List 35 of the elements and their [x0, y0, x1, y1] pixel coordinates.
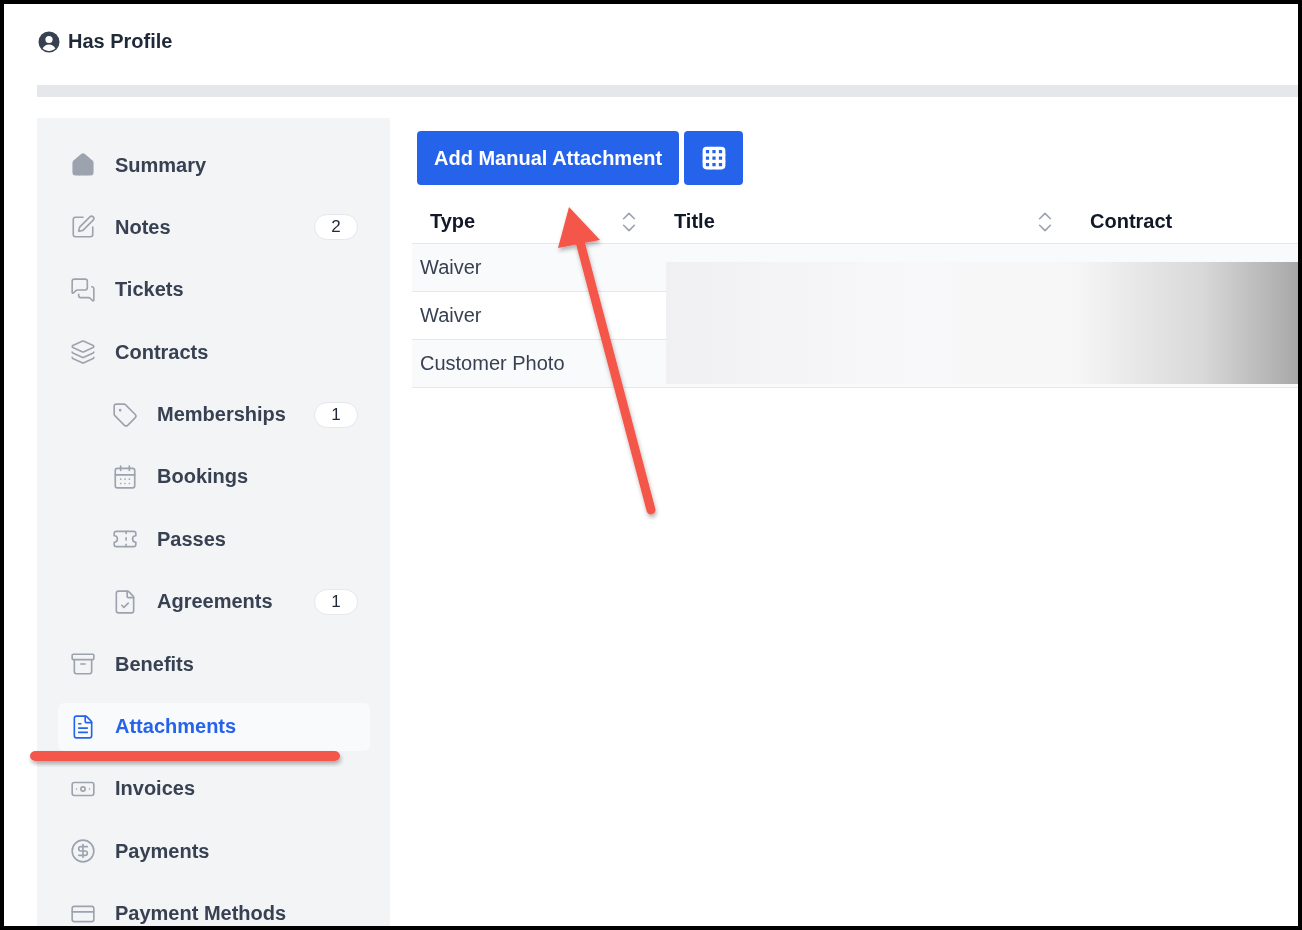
sidebar-item[interactable]: Memberships 1 [58, 390, 370, 439]
table-cell-text: Waiver [419, 303, 483, 328]
sidebar-item[interactable]: Contracts [58, 328, 370, 377]
grid-icon [700, 145, 727, 171]
count-badge: 1 [314, 401, 358, 428]
column-header: Contract [1089, 209, 1174, 234]
sidebar-item[interactable]: Passes [58, 515, 370, 564]
sidebar-item[interactable]: Summary [58, 141, 370, 189]
sidebar-item[interactable]: Bookings [58, 452, 370, 501]
sidebar-item[interactable]: Payments [58, 827, 370, 876]
chat-bubbles-icon [70, 276, 96, 303]
sidebar-item[interactable]: Notes 2 [58, 203, 370, 252]
dollar-circle-icon [70, 838, 96, 865]
profile-title: Has Profile [68, 30, 173, 53]
calendar-icon [112, 463, 138, 490]
table-cell-text: Waiver [419, 255, 483, 280]
sidebar-item[interactable]: Payment Methods [58, 889, 370, 926]
sidebar-item[interactable]: Invoices [58, 764, 370, 813]
sidebar-item[interactable]: Agreements 1 [58, 577, 370, 626]
sidebar-item[interactable]: Attachments [58, 702, 370, 751]
grid-view-button[interactable] [684, 131, 744, 185]
column-header[interactable]: Type [412, 200, 656, 243]
column-header[interactable]: Title [656, 200, 1072, 243]
add-attachment-button[interactable]: Add Manual Attachment [417, 131, 680, 185]
tag-icon [112, 401, 138, 428]
sidebar-item[interactable]: Tickets [58, 265, 370, 314]
count-badge: 2 [314, 214, 358, 241]
home-icon [70, 152, 96, 178]
count-badge: 1 [314, 588, 358, 615]
layers-icon [70, 339, 96, 366]
pencil-square-icon [70, 214, 96, 241]
tray-icon [70, 651, 96, 678]
user-avatar-icon [38, 30, 60, 53]
sidebar-item[interactable]: Benefits [58, 640, 370, 689]
table-cell-text: Customer Photo [419, 351, 566, 376]
